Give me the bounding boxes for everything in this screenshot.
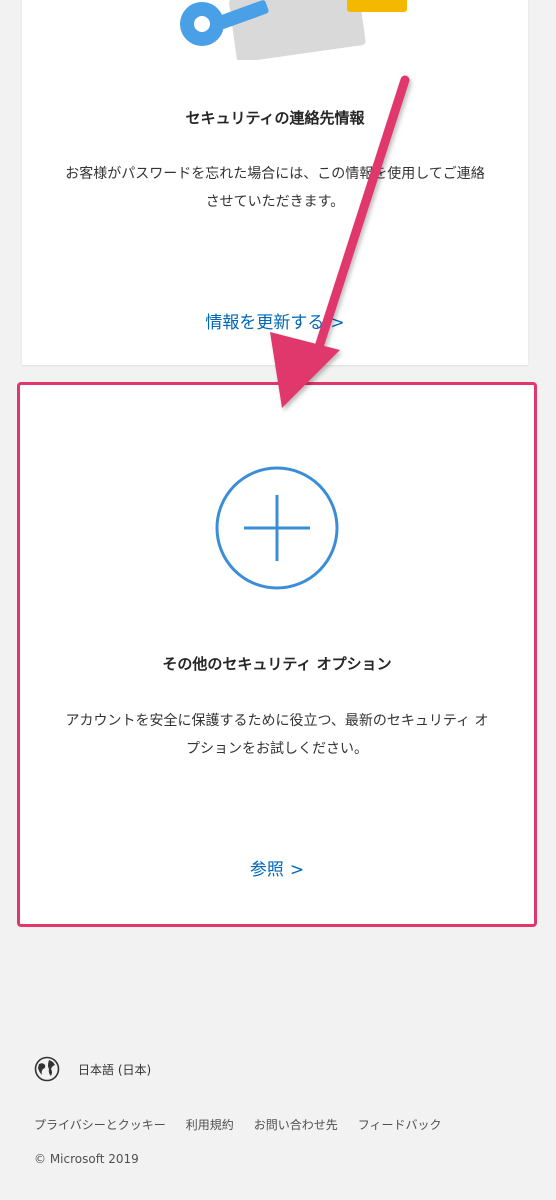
- plus-circle-icon: [215, 466, 339, 590]
- contact-card-description: お客様がパスワードを忘れた場合には、この情報を使用してご連絡させていただきます。: [65, 166, 485, 210]
- security-contact-card: セキュリティの連絡先情報 お客様がパスワードを忘れた場合には、この情報を使用して…: [22, 0, 528, 365]
- explore-link-label: 参照: [249, 860, 284, 880]
- chevron-right-icon: >: [289, 860, 305, 880]
- more-options-description: アカウントを安全に保護するために役立つ、最新のセキュリティ オプションをお試しく…: [65, 713, 489, 757]
- more-security-options-card[interactable]: その他のセキュリティ オプション アカウントを安全に保護するために役立つ、最新の…: [17, 382, 537, 927]
- more-options-title: その他のセキュリティ オプション: [162, 655, 392, 673]
- globe-icon: [34, 1056, 60, 1082]
- feedback-link[interactable]: フィードバック: [358, 1116, 442, 1133]
- update-info-link-label: 情報を更新する: [205, 313, 325, 333]
- language-selector[interactable]: 日本語 (日本): [34, 1056, 151, 1082]
- copyright: © Microsoft 2019: [34, 1152, 139, 1166]
- terms-of-use-link[interactable]: 利用規約: [186, 1116, 234, 1133]
- privacy-cookies-link[interactable]: プライバシーとクッキー: [34, 1116, 166, 1133]
- language-label: 日本語 (日本): [78, 1062, 152, 1077]
- footer-links: プライバシーとクッキー 利用規約 お問い合わせ先 フィードバック: [34, 1116, 462, 1133]
- chevron-right-icon: >: [330, 313, 345, 333]
- update-info-link[interactable]: 情報を更新する >: [22, 308, 528, 333]
- contact-card-title: セキュリティの連絡先情報: [185, 109, 365, 127]
- key-icon: [180, 0, 407, 60]
- explore-link[interactable]: 参照 >: [20, 855, 534, 880]
- contact-us-link[interactable]: お問い合わせ先: [254, 1116, 338, 1133]
